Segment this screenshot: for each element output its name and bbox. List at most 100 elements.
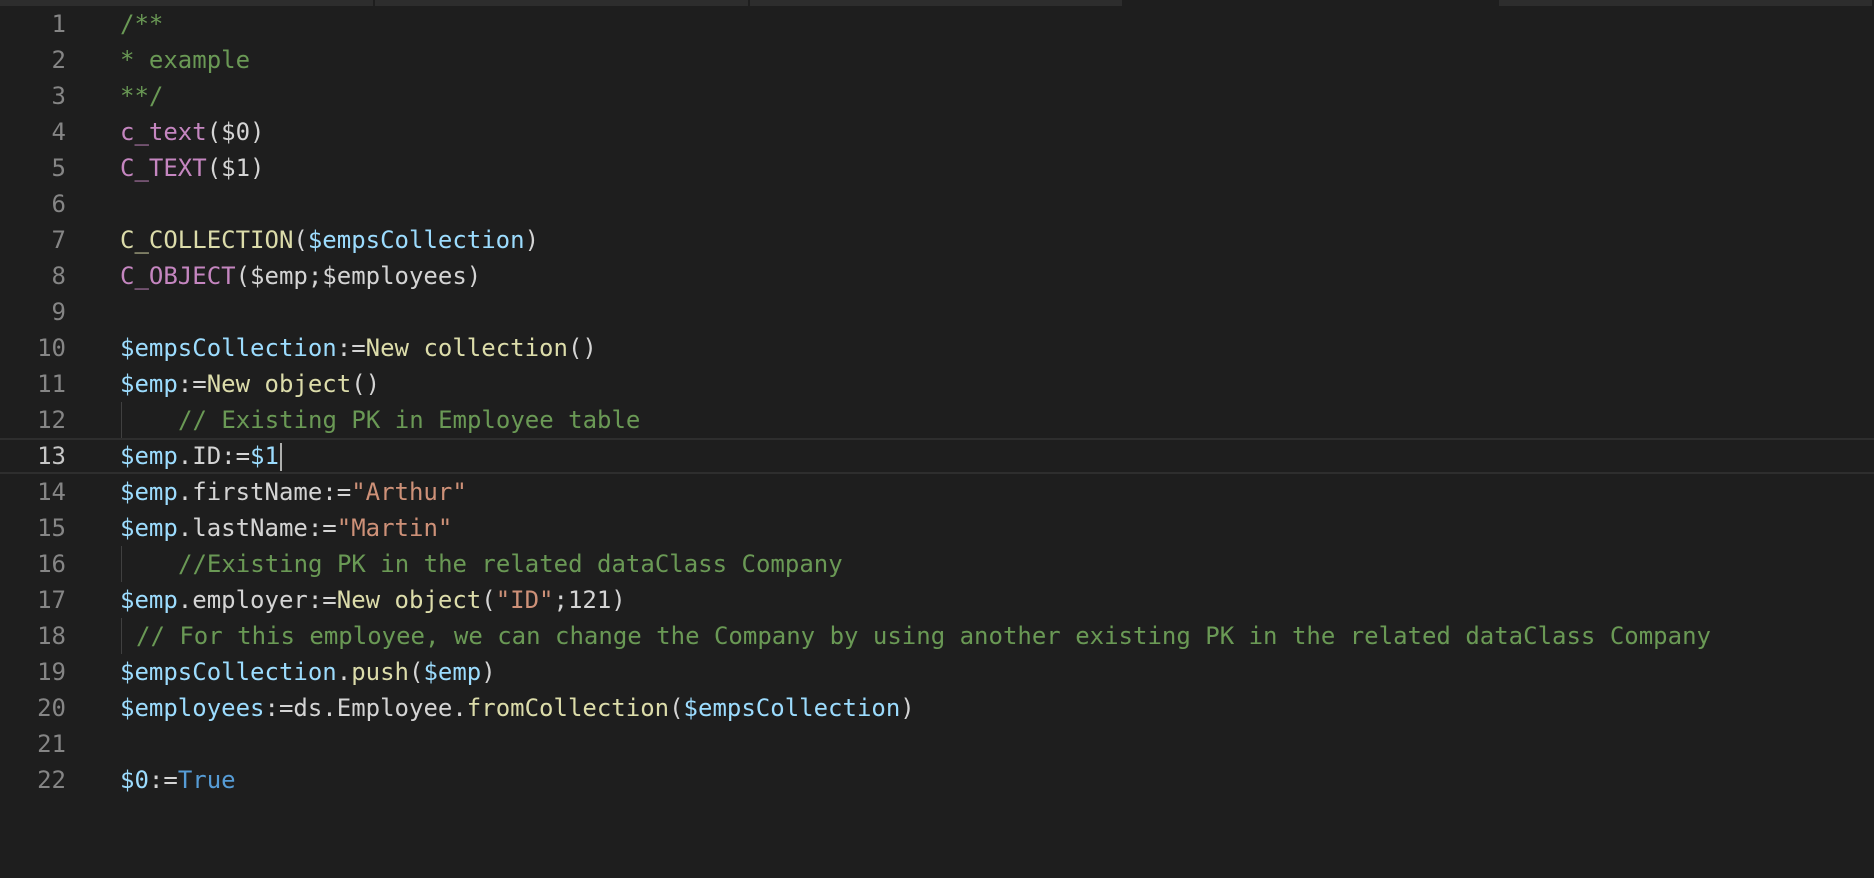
code-text: $emp.employer:=New object("ID";121) bbox=[120, 582, 626, 618]
line-number: 14 bbox=[37, 478, 66, 506]
code-token: .firstName:= bbox=[177, 478, 352, 506]
code-token: $emp bbox=[120, 478, 178, 506]
indent-guide bbox=[121, 402, 122, 438]
code-token: New collection bbox=[365, 334, 568, 362]
code-token: ( bbox=[481, 586, 496, 614]
code-line[interactable]: 7 C_COLLECTION($empsCollection) bbox=[0, 222, 1874, 258]
code-text: **/ bbox=[120, 78, 163, 114]
code-token: $0 bbox=[120, 766, 149, 794]
code-line[interactable]: 5 C_TEXT($1) bbox=[0, 150, 1874, 186]
code-token: "Arthur" bbox=[351, 478, 467, 506]
code-line[interactable]: 2 * example bbox=[0, 42, 1874, 78]
code-token: ) bbox=[524, 226, 540, 254]
code-token: $empsCollection bbox=[120, 658, 337, 686]
line-number: 8 bbox=[51, 262, 66, 290]
code-line[interactable]: 21 bbox=[0, 726, 1874, 762]
code-token: //Existing PK in the related dataClass C… bbox=[178, 550, 843, 578]
code-token: **/ bbox=[120, 82, 164, 110]
code-token: ($emp;$employees) bbox=[235, 262, 482, 290]
code-text: $emp.lastName:="Martin" bbox=[120, 510, 452, 546]
code-line[interactable]: 16 //Existing PK in the related dataClass… bbox=[0, 546, 1874, 582]
line-number: 19 bbox=[37, 658, 66, 686]
code-text: //Existing PK in the related dataClass C… bbox=[178, 546, 843, 582]
code-token: ) bbox=[481, 658, 496, 686]
code-line[interactable]: 20 $employees:=ds.Employee.fromCollection… bbox=[0, 690, 1874, 726]
code-token: "ID" bbox=[495, 586, 554, 614]
line-number: 11 bbox=[37, 370, 66, 398]
code-line[interactable]: 6 bbox=[0, 186, 1874, 222]
line-number: 17 bbox=[37, 586, 66, 614]
line-number: 22 bbox=[37, 766, 66, 794]
code-line[interactable]: 3 **/ bbox=[0, 78, 1874, 114]
code-token: c_text bbox=[120, 118, 207, 146]
code-token: // Existing PK in Employee table bbox=[178, 406, 641, 434]
code-token: $emp bbox=[423, 658, 482, 686]
code-token: :=ds.Employee. bbox=[264, 694, 467, 722]
line-number: 12 bbox=[37, 406, 66, 434]
code-token: := bbox=[177, 370, 207, 398]
code-line[interactable]: 17 $emp.employer:=New object("ID";121) bbox=[0, 582, 1874, 618]
code-token: New object bbox=[206, 370, 352, 398]
code-token: $emp bbox=[120, 442, 178, 470]
line-number: 5 bbox=[51, 154, 66, 182]
code-token: // For this employee, we can change the … bbox=[136, 622, 1711, 650]
code-area[interactable]: 1/** 2 * example 3 **/ 4 c_text($0) 5 C_TEXT($1)… bbox=[0, 6, 1874, 798]
code-token: C_OBJECT bbox=[120, 262, 236, 290]
code-editor[interactable]: 1/** 2 * example 3 **/ 4 c_text($0) 5 C_TEXT($1)… bbox=[0, 0, 1874, 878]
line-number: 9 bbox=[51, 298, 66, 326]
code-line[interactable]: 8 C_OBJECT($emp;$employees) bbox=[0, 258, 1874, 294]
line-number: 3 bbox=[51, 82, 66, 110]
code-token: .lastName:= bbox=[177, 514, 337, 542]
code-text: $employees:=ds.Employee.fromCollection($… bbox=[120, 690, 915, 726]
code-text: // Existing PK in Employee table bbox=[178, 402, 640, 438]
line-number: 7 bbox=[51, 226, 66, 254]
code-text: $emp:=New object() bbox=[120, 366, 380, 402]
code-token: := bbox=[148, 766, 178, 794]
line-number: 10 bbox=[37, 334, 66, 362]
code-line[interactable]: 4 c_text($0) bbox=[0, 114, 1874, 150]
line-number: 15 bbox=[37, 514, 66, 542]
code-line[interactable]: 14 $emp.firstName:="Arthur" bbox=[0, 474, 1874, 510]
code-token: fromCollection bbox=[466, 694, 670, 722]
code-line[interactable]: 12 // Existing PK in Employee table bbox=[0, 402, 1874, 438]
code-token: ($1) bbox=[206, 154, 265, 182]
indent-guide bbox=[121, 618, 122, 654]
code-token: $empsCollection bbox=[120, 334, 337, 362]
code-line[interactable]: 19 $empsCollection.push($emp) bbox=[0, 654, 1874, 690]
code-token: $empsCollection bbox=[307, 226, 525, 254]
code-token: .ID:= bbox=[177, 442, 251, 470]
code-text: * example bbox=[120, 42, 250, 78]
line-number: 21 bbox=[37, 730, 66, 758]
code-line[interactable]: 9 bbox=[0, 294, 1874, 330]
code-token: := bbox=[336, 334, 366, 362]
code-line[interactable]: 10 $empsCollection:=New collection() bbox=[0, 330, 1874, 366]
code-token: $employees bbox=[120, 694, 265, 722]
code-token: ( bbox=[669, 694, 684, 722]
line-number: 13 bbox=[37, 442, 66, 470]
code-token: * example bbox=[120, 46, 251, 74]
code-token: .employer:= bbox=[177, 586, 337, 614]
code-token: $emp bbox=[120, 586, 178, 614]
text-cursor bbox=[279, 443, 282, 471]
code-text: $empsCollection:=New collection() bbox=[120, 330, 597, 366]
code-line[interactable]: 18 // For this employee, we can change th… bbox=[0, 618, 1874, 654]
code-token: $empsCollection bbox=[683, 694, 901, 722]
code-line[interactable]: 15 $emp.lastName:="Martin" bbox=[0, 510, 1874, 546]
line-number: 6 bbox=[51, 190, 66, 218]
code-line[interactable]: 1 /** bbox=[0, 6, 1874, 42]
code-text: $empsCollection.push($emp) bbox=[120, 654, 496, 690]
line-number: 1 bbox=[51, 10, 66, 38]
code-token: () bbox=[351, 370, 381, 398]
code-token: $emp bbox=[120, 370, 178, 398]
line-number: 20 bbox=[37, 694, 66, 722]
code-text: c_text($0) bbox=[120, 114, 265, 150]
code-text: $emp.firstName:="Arthur" bbox=[120, 474, 467, 510]
line-number: 18 bbox=[37, 622, 66, 650]
code-line[interactable]: 22 $0:=True bbox=[0, 762, 1874, 798]
code-token: ) bbox=[900, 694, 915, 722]
line-number: 2 bbox=[51, 46, 66, 74]
code-text: $0:=True bbox=[120, 762, 236, 798]
code-line-current[interactable]: 13 $emp.ID:=$1 bbox=[0, 438, 1874, 474]
code-line[interactable]: 11 $emp:=New object() bbox=[0, 366, 1874, 402]
code-token: ( bbox=[409, 658, 424, 686]
